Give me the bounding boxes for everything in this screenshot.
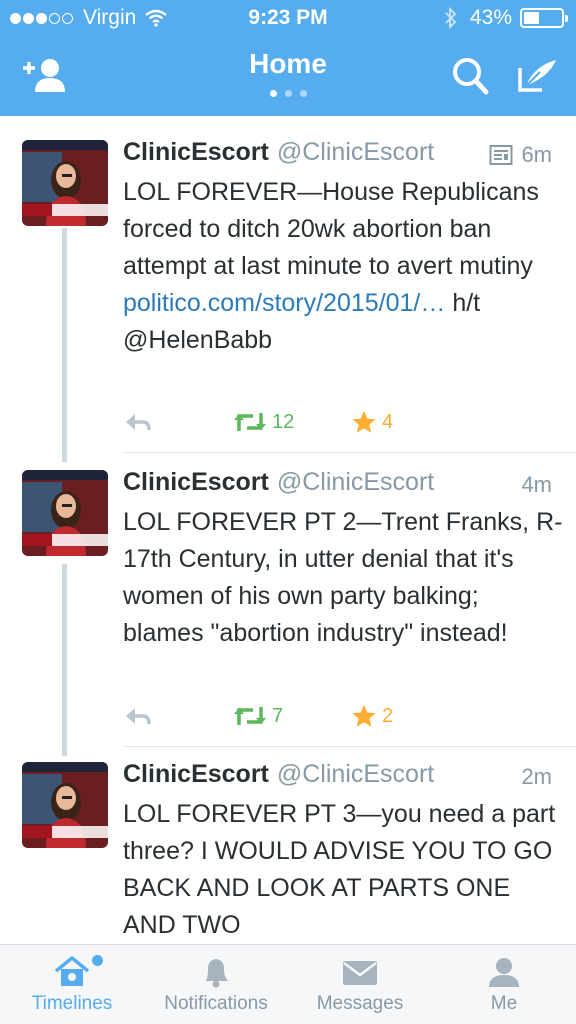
time-label: 4m xyxy=(521,472,552,497)
profile-photo xyxy=(22,140,108,226)
reply-button[interactable] xyxy=(123,411,233,433)
status-bar: Virgin 9:23 PM 43% xyxy=(0,0,576,40)
home-timeline[interactable]: ClinicEscort @ClinicEscort 6m LOL FOREVER… xyxy=(0,116,576,944)
tweet-text: LOL FOREVER—House Republicans forced to … xyxy=(123,174,563,359)
battery-percent: 43% xyxy=(469,6,512,29)
favorite-count: 4 xyxy=(382,410,394,433)
tweet[interactable]: ClinicEscort @ClinicEscort 6m LOL FOREVER… xyxy=(0,116,576,462)
page-dot xyxy=(285,90,292,97)
retweet-count: 12 xyxy=(272,410,295,433)
person-icon xyxy=(489,958,519,987)
avatar[interactable] xyxy=(22,762,108,848)
tab-label: Messages xyxy=(316,993,404,1014)
tab-label: Me xyxy=(490,993,518,1014)
retweet-icon xyxy=(234,707,266,725)
tweet-actions: 12 4 xyxy=(123,410,393,434)
compose-button[interactable] xyxy=(516,56,560,96)
retweet-button[interactable]: 7 xyxy=(233,705,351,728)
retweet-icon xyxy=(234,413,266,431)
home-icon xyxy=(54,956,90,986)
tweet-body: LOL FOREVER—House Republicans forced to … xyxy=(123,178,539,280)
retweet-count: 7 xyxy=(272,704,284,727)
tab-label: Notifications xyxy=(164,993,268,1014)
profile-photo xyxy=(22,762,108,848)
page-indicator xyxy=(270,90,315,97)
search-icon xyxy=(453,58,489,95)
reply-icon xyxy=(126,708,151,725)
envelope-icon xyxy=(343,961,377,985)
tab-bar: Timelines Notifications Messages Me xyxy=(0,944,576,1024)
tweet[interactable]: ClinicEscort @ClinicEscort 2m LOL FOREVER… xyxy=(0,738,576,944)
bluetooth-icon xyxy=(445,7,457,29)
profile-photo xyxy=(22,470,108,556)
tweet[interactable]: ClinicEscort @ClinicEscort 4m LOL FOREVER… xyxy=(0,444,576,756)
favorite-count: 2 xyxy=(382,704,394,727)
bell-icon xyxy=(206,959,228,988)
search-button[interactable] xyxy=(450,56,494,96)
star-icon xyxy=(352,705,376,727)
tweet-link[interactable]: politico.com/story/2015/01/… xyxy=(123,289,445,317)
page-dot xyxy=(270,90,277,97)
conversation-thread-line xyxy=(62,228,67,462)
author-name: ClinicEscort xyxy=(123,138,269,166)
avatar[interactable] xyxy=(22,470,108,556)
compose-icon xyxy=(518,60,556,92)
tab-timelines[interactable]: Timelines xyxy=(0,945,144,1024)
tab-label: Timelines xyxy=(31,993,113,1014)
conversation-thread-line xyxy=(62,564,67,756)
new-content-dot xyxy=(92,955,103,966)
tweet-text: LOL FOREVER PT 2—Trent Franks, R-17th Ce… xyxy=(123,508,563,647)
tweet-author[interactable]: ClinicEscort @ClinicEscort xyxy=(123,760,434,789)
author-handle: @ClinicEscort xyxy=(276,468,435,496)
retweet-button[interactable]: 12 xyxy=(233,411,351,434)
conversation-thread-line xyxy=(62,738,67,752)
battery-icon xyxy=(520,8,568,28)
tweet-actions: 7 2 xyxy=(123,704,393,728)
tab-notifications[interactable]: Notifications xyxy=(144,945,288,1024)
star-icon xyxy=(352,411,376,433)
tab-me[interactable]: Me xyxy=(432,945,576,1024)
time-label: 2m xyxy=(521,764,552,789)
tab-messages[interactable]: Messages xyxy=(288,945,432,1024)
author-name: ClinicEscort xyxy=(123,760,269,788)
battery-level-fill xyxy=(524,12,539,24)
time-label: 6m xyxy=(521,142,552,167)
avatar[interactable] xyxy=(22,140,108,226)
tweet-author[interactable]: ClinicEscort @ClinicEscort xyxy=(123,468,434,497)
summary-card-icon xyxy=(489,145,513,165)
tweet-author[interactable]: ClinicEscort @ClinicEscort xyxy=(123,138,434,167)
author-handle: @ClinicEscort xyxy=(276,760,435,788)
page-dot xyxy=(300,90,307,97)
author-handle: @ClinicEscort xyxy=(276,138,435,166)
tweet-timestamp: 2m xyxy=(521,764,552,790)
app-header: Virgin 9:23 PM 43% Home xyxy=(0,0,576,116)
author-name: ClinicEscort xyxy=(123,468,269,496)
favorite-button[interactable]: 4 xyxy=(351,410,393,434)
tweet-timestamp: 4m xyxy=(521,472,552,498)
conversation-thread-line xyxy=(62,444,67,458)
reply-icon xyxy=(126,414,151,431)
favorite-button[interactable]: 2 xyxy=(351,704,393,728)
tweet-timestamp: 6m xyxy=(489,142,552,168)
status-right: 43% xyxy=(444,6,568,30)
reply-button[interactable] xyxy=(123,705,233,727)
tweet-text: LOL FOREVER PT 3—you need a part three? … xyxy=(123,800,556,939)
